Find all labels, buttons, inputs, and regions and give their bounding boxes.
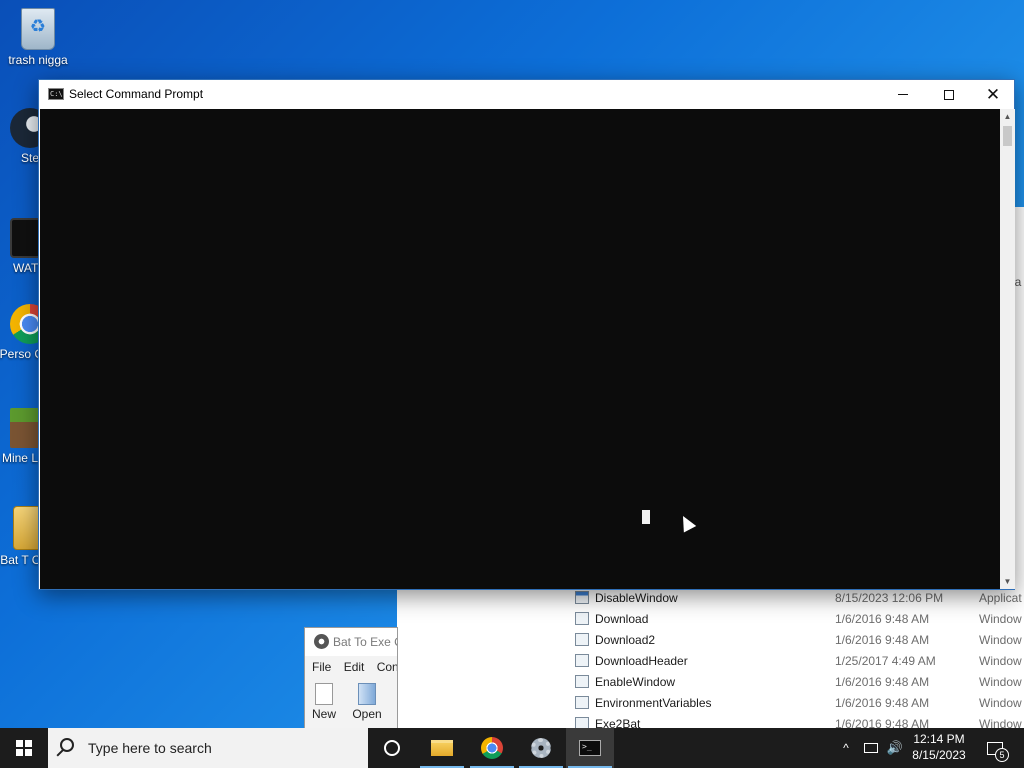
new-button-label: New [311, 707, 336, 721]
minimize-button[interactable] [880, 80, 926, 109]
file-name: Download [595, 612, 649, 626]
new-file-icon [315, 683, 333, 705]
terminal-icon: >_ [579, 740, 601, 756]
task-view-button[interactable] [368, 728, 416, 768]
desktop-icon-label: trash nigga [8, 53, 68, 67]
chevron-up-icon: ^ [843, 741, 849, 755]
desktop-icon-recycle-bin[interactable]: trash nigga [2, 8, 74, 67]
application-file-icon [575, 591, 589, 604]
file-type: Window [979, 633, 1022, 647]
script-file-icon [575, 633, 589, 646]
script-file-icon [575, 612, 589, 625]
taskbar-command-prompt[interactable]: >_ [566, 728, 614, 768]
open-button-label: Open [352, 707, 382, 721]
file-row[interactable]: DisableWindow 8/15/2023 12:06 PM Applica… [397, 588, 1024, 609]
folder-icon [431, 740, 453, 756]
vertical-scrollbar[interactable]: ▲ ▼ [1000, 109, 1015, 589]
bat-converter-gear-icon [314, 634, 329, 649]
taskbar-chrome[interactable] [468, 728, 516, 768]
scrollbar-thumb[interactable] [1003, 126, 1012, 146]
text-cursor-block [642, 510, 650, 524]
taskbar-file-explorer[interactable] [418, 728, 466, 768]
cmd-titlebar[interactable]: C:\ Select Command Prompt ✕ [39, 80, 1014, 109]
notification-count-badge: 5 [995, 748, 1009, 762]
file-type: Window [979, 696, 1022, 710]
maximize-button[interactable] [926, 80, 972, 109]
file-name: DisableWindow [595, 591, 678, 605]
close-button[interactable]: ✕ [970, 80, 1016, 109]
file-name: EnvironmentVariables [595, 696, 712, 710]
file-row[interactable]: Download2 1/6/2016 9:48 AM Window [397, 630, 1024, 651]
windows-logo-icon [16, 740, 32, 756]
file-type: Window [979, 654, 1022, 668]
recycle-bin-icon [21, 8, 55, 50]
taskbar: Type here to search >_ ^ 🔊 12:14 PM 8/15… [0, 728, 1024, 768]
file-date: 1/6/2016 9:48 AM [835, 696, 930, 710]
window-title: Select Command Prompt [69, 87, 204, 101]
system-clock[interactable]: 12:14 PM 8/15/2023 [906, 731, 972, 763]
file-row[interactable]: EnvironmentVariables 1/6/2016 9:48 AM Wi… [397, 693, 1024, 714]
file-row[interactable]: EnableWindow 1/6/2016 9:48 AM Window [397, 672, 1024, 693]
file-name: DownloadHeader [595, 654, 688, 668]
open-folder-icon [358, 683, 376, 705]
file-date: 1/6/2016 9:48 AM [835, 612, 930, 626]
menu-file[interactable]: File [312, 660, 331, 674]
minimize-icon [898, 94, 908, 95]
command-prompt-window[interactable]: C:\ Select Command Prompt ✕ ▲ ▼ [38, 79, 1015, 590]
script-file-icon [575, 696, 589, 709]
clock-date: 8/15/2023 [912, 748, 966, 762]
network-icon [864, 743, 878, 753]
speaker-icon: 🔊 [886, 740, 904, 755]
bat-menubar: File Edit Con [305, 656, 397, 678]
file-date: 1/25/2017 4:49 AM [835, 654, 936, 668]
gear-icon [531, 738, 551, 758]
menu-convert[interactable]: Con [377, 660, 397, 674]
volume-button[interactable]: 🔊 [884, 728, 906, 768]
file-type: Applicat [979, 591, 1022, 605]
taskbar-bat-converter[interactable] [517, 728, 565, 768]
console-output-area[interactable] [40, 109, 1000, 589]
file-name: Download2 [595, 633, 656, 647]
script-file-icon [575, 654, 589, 667]
cortana-circle-icon [384, 740, 400, 756]
network-button[interactable] [860, 728, 882, 768]
search-icon [60, 738, 74, 752]
file-date: 1/6/2016 9:48 AM [835, 633, 930, 647]
scroll-down-arrow-icon[interactable]: ▼ [1000, 574, 1015, 589]
scroll-up-arrow-icon[interactable]: ▲ [1000, 109, 1015, 124]
maximize-icon [944, 89, 954, 100]
open-button[interactable]: Open [349, 683, 385, 721]
new-button[interactable]: New [306, 683, 342, 721]
start-button[interactable] [0, 728, 48, 768]
bat-to-exe-window[interactable]: Bat To Exe C File Edit Con New Open [304, 627, 398, 729]
search-placeholder: Type here to search [88, 740, 212, 756]
file-row[interactable]: DownloadHeader 1/25/2017 4:49 AM Window [397, 651, 1024, 672]
menu-edit[interactable]: Edit [344, 660, 365, 674]
file-row[interactable]: Download 1/6/2016 9:48 AM Window [397, 609, 1024, 630]
close-icon: ✕ [985, 84, 1001, 104]
clock-time: 12:14 PM [913, 732, 965, 746]
action-center-button[interactable]: 5 [980, 728, 1010, 768]
file-date: 1/6/2016 9:48 AM [835, 675, 930, 689]
chrome-icon [481, 737, 503, 759]
file-type: Window [979, 675, 1022, 689]
file-type: Window [979, 612, 1022, 626]
taskbar-search-box[interactable]: Type here to search [48, 728, 368, 768]
show-hidden-icons-button[interactable]: ^ [836, 728, 856, 768]
file-name: EnableWindow [595, 675, 676, 689]
file-date: 8/15/2023 12:06 PM [835, 591, 944, 605]
script-file-icon [575, 675, 589, 688]
cmd-app-icon: C:\ [48, 88, 64, 100]
